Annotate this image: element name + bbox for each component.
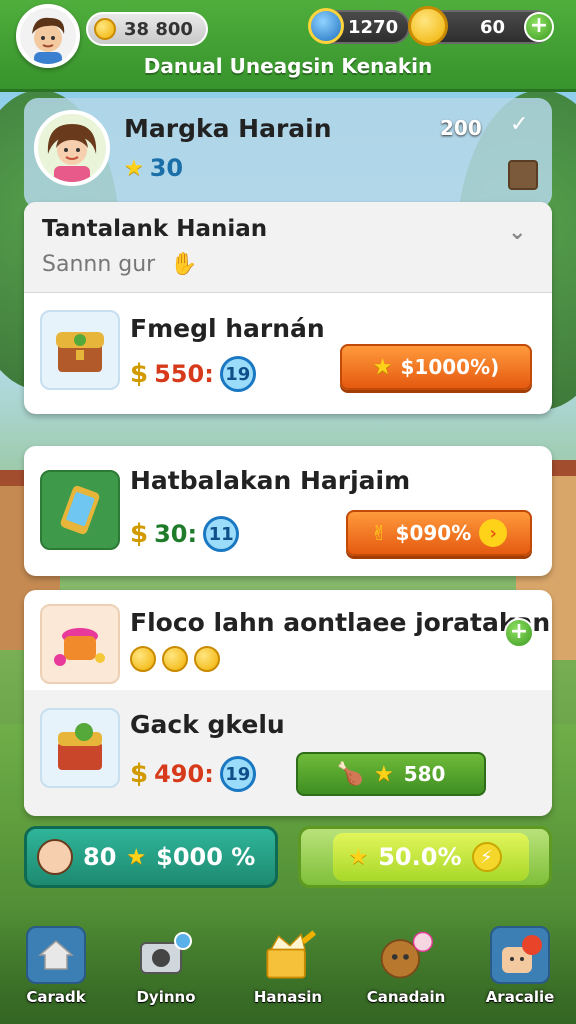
- nav-label: Hanasin: [253, 988, 323, 1006]
- chat-icon: [490, 926, 550, 984]
- add-item-button[interactable]: +: [504, 618, 534, 648]
- section-title: Tantalank Hanian: [42, 216, 268, 242]
- reward-icons: [130, 646, 220, 672]
- item-badge: 11: [203, 516, 240, 552]
- sub-item: Gack gkelu $ 490: 19 🍗 ★ 580: [24, 690, 552, 816]
- nav-item-dyinno[interactable]: Dyinno: [116, 926, 216, 1006]
- star-icon: ★: [124, 155, 144, 181]
- arrow-right-icon: ›: [479, 519, 508, 547]
- buy-button[interactable]: ✌ $090% ›: [346, 510, 532, 556]
- camera-icon: [136, 926, 196, 984]
- claim-button[interactable]: ★ 50.0% ⚡: [298, 826, 552, 888]
- nav-label: Canadain: [366, 988, 446, 1006]
- chevron-down-icon[interactable]: ✓: [510, 112, 528, 137]
- item-title: Floco lahn aontlaee joratakan: [130, 608, 551, 637]
- nav-label: Dyinno: [136, 988, 196, 1006]
- nav-item-caradk[interactable]: Caradk: [6, 926, 106, 1006]
- buy-button[interactable]: ★ $1000%): [340, 344, 532, 390]
- item-price: $ 550: 19: [130, 356, 256, 392]
- item-price: $ 30: 11: [130, 516, 240, 552]
- boost-count: 80: [83, 843, 117, 871]
- lightning-icon: ⚡: [471, 842, 502, 872]
- collect-button[interactable]: 🍗 ★ 580: [296, 752, 486, 796]
- item-title: Hatbalakan Harjaim: [130, 466, 411, 495]
- collect-button-label: 580: [403, 762, 446, 786]
- coin-amount: 38 800: [124, 18, 193, 40]
- item-panel-3: Floco lahn aontlaee joratakan + Gack gke…: [24, 590, 552, 816]
- section-header: Tantalank Hanian Sannn gur ✋ ⌄: [24, 202, 552, 292]
- section-subtitle: Sannn gur ✋: [42, 252, 198, 277]
- screen-title: Danual Uneagsin Kenakin: [143, 54, 433, 78]
- star-icon: ★: [126, 844, 147, 870]
- hand-icon: ✌: [370, 521, 388, 545]
- profile-stars-value: 30: [149, 154, 184, 182]
- coin-icon: [130, 646, 156, 672]
- coin-counter: 38 800: [86, 12, 208, 46]
- dollar-icon: $: [130, 519, 149, 549]
- dollar-icon: $: [130, 359, 149, 389]
- phone-icon: [40, 470, 120, 550]
- buy-button-label: $1000%): [400, 355, 500, 379]
- nav-item-canadain[interactable]: Canadain: [356, 926, 456, 1006]
- character-icon: [37, 839, 73, 875]
- add-currency-button[interactable]: +: [524, 12, 554, 42]
- gem-amount: 1270: [348, 16, 399, 38]
- profile-card: Margka Harain ★ 30 200 ✓: [24, 98, 552, 208]
- box-icon: [258, 926, 318, 984]
- treasure-chest-icon: [40, 708, 120, 788]
- divider: [24, 292, 552, 293]
- nav-label: Aracalie: [485, 988, 555, 1006]
- item-panel-2: Hatbalakan Harjaim $ 30: 11 ✌ $090% ›: [24, 446, 552, 576]
- coin-icon: [194, 646, 220, 672]
- claim-value: 50.0%: [378, 843, 462, 871]
- sun-coin-icon: [408, 6, 448, 46]
- coin-icon: [94, 18, 116, 40]
- item-title: Gack gkelu: [130, 710, 285, 739]
- item-price-value: 30:: [154, 520, 198, 548]
- item-price-value: 550:: [154, 360, 214, 388]
- buy-button-label: $090%: [395, 521, 472, 545]
- profile-level: 200: [440, 116, 482, 140]
- profile-name: Margka Harain: [124, 114, 332, 143]
- item-panel-1: Tantalank Hanian Sannn gur ✋ ⌄ Fmegl har…: [24, 202, 552, 414]
- item-price: $ 490: 19: [130, 756, 256, 792]
- nav-item-hanasin[interactable]: Hanasin: [238, 926, 338, 1006]
- star-icon: ★: [373, 761, 394, 787]
- candy-jar-icon: [40, 604, 120, 684]
- section-subtitle-text: Sannn gur: [42, 252, 156, 277]
- section-chevron-icon[interactable]: ⌄: [508, 220, 526, 245]
- boost-value: $000 %: [156, 843, 256, 871]
- item-title: Fmegl harnán: [130, 314, 325, 343]
- profile-avatar[interactable]: [34, 110, 110, 186]
- treasure-chest-icon: [40, 310, 120, 390]
- item-price-value: 490:: [154, 760, 214, 788]
- item-badge: 19: [219, 756, 256, 792]
- item-badge: 19: [219, 356, 256, 392]
- gem-icon: [308, 8, 344, 44]
- top-bar: 38 800 1270 60 + Danual Uneagsin Kenakin: [0, 0, 576, 92]
- nav-item-aracalie[interactable]: Aracalie: [470, 926, 570, 1006]
- home-icon: [26, 926, 86, 984]
- character-icon: [376, 926, 436, 984]
- bottom-nav: Caradk Dyinno Hanasin Canadain Aracalie: [0, 910, 576, 1024]
- energy-amount: 60: [480, 16, 506, 38]
- nav-label: Caradk: [26, 988, 86, 1006]
- boost-button[interactable]: 80 ★ $000 %: [24, 826, 278, 888]
- profile-stars: ★ 30: [124, 154, 183, 182]
- chest-icon[interactable]: [508, 160, 538, 190]
- star-icon: ★: [372, 354, 393, 380]
- hand-icon: ✋: [170, 252, 198, 277]
- star-icon: ★: [348, 844, 369, 870]
- dollar-icon: $: [130, 759, 149, 789]
- drumstick-icon: 🍗: [336, 761, 364, 787]
- coin-icon: [162, 646, 188, 672]
